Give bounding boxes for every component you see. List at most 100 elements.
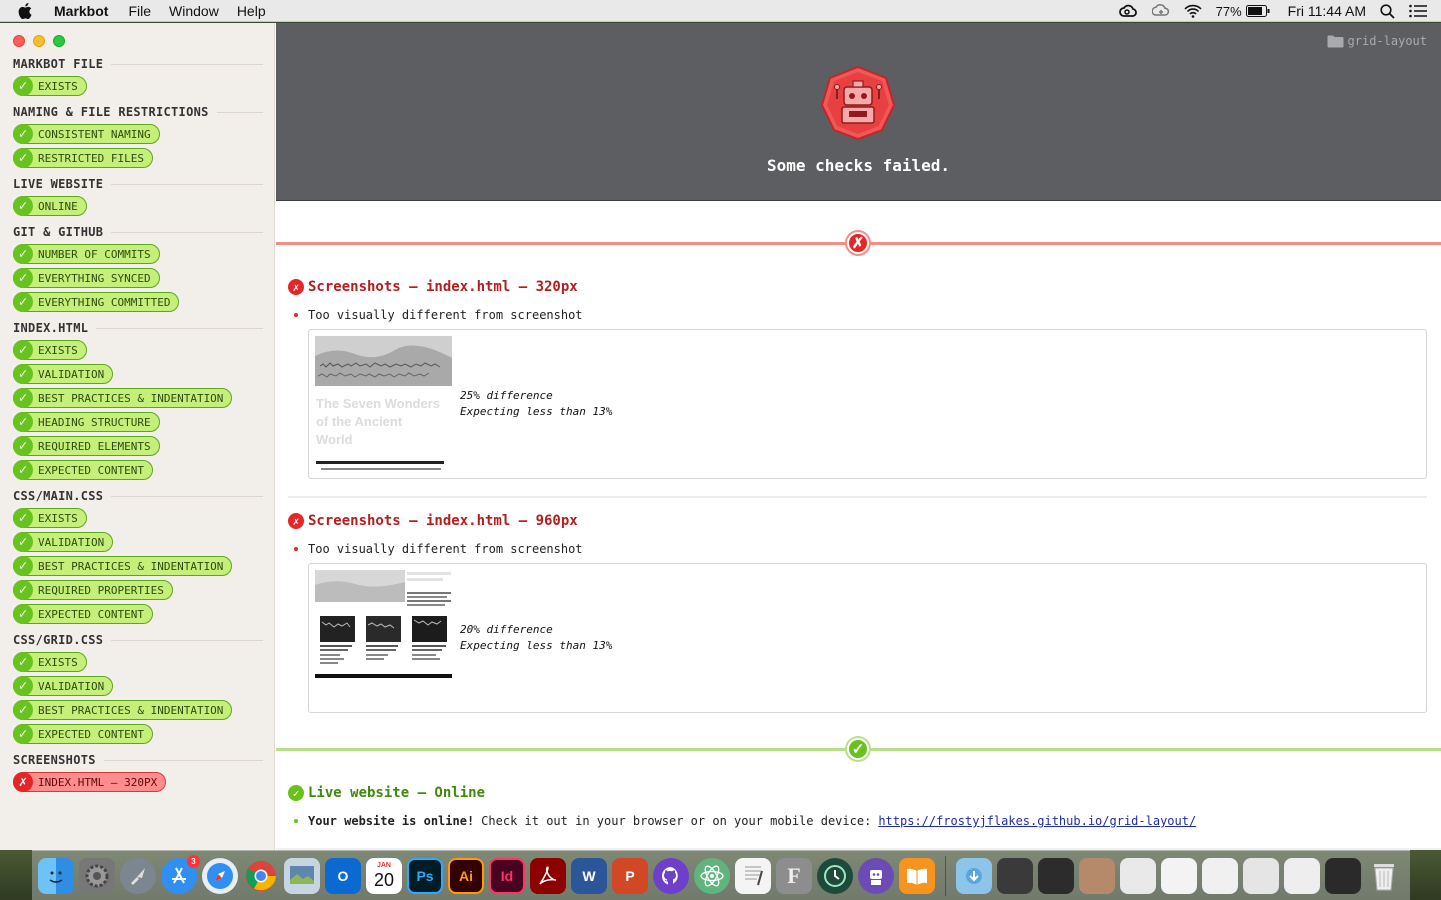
github-desktop-icon[interactable] — [653, 857, 689, 894]
check-passed-pill[interactable]: ✓ REQUIRED PROPERTIES — [13, 580, 173, 600]
menu-window[interactable]: Window — [169, 3, 219, 19]
spotlight-search-icon[interactable] — [1380, 3, 1395, 19]
group-title: LIVE WEBSITE — [13, 176, 263, 192]
minimized-photo-thumbnail[interactable] — [1079, 857, 1115, 894]
minimized-window-thumbnail[interactable] — [1325, 857, 1361, 894]
menubar-clock[interactable]: Fri 11:44 AM — [1288, 3, 1366, 19]
folder-label[interactable]: grid-layout — [1327, 34, 1427, 48]
wifi-icon[interactable] — [1184, 4, 1202, 18]
check-passed-pill[interactable]: ✓ RESTRICTED FILES — [13, 148, 153, 168]
menu-help[interactable]: Help — [237, 3, 266, 19]
sync-status-icon[interactable] — [1151, 3, 1170, 19]
menu-bar: Markbot File Window Help 77% Fri 11:44 A… — [0, 0, 1441, 22]
check-passed-pill[interactable]: ✓ EVERYTHING COMMITTED — [13, 292, 180, 312]
difference-percent: 25% difference — [460, 389, 553, 402]
font-book-icon[interactable]: F — [776, 857, 812, 894]
check-passed-pill[interactable]: ✓ VALIDATION — [13, 364, 114, 384]
check-label: EXPECTED CONTENT — [38, 463, 144, 477]
status-message: Some checks failed. — [766, 156, 951, 175]
check-passed-pill[interactable]: ✓ ONLINE — [13, 196, 87, 216]
check-passed-pill[interactable]: ✓ EXISTS — [13, 508, 87, 528]
check-item: ✓ ONLINE — [13, 196, 263, 216]
check-passed-pill[interactable]: ✓ BEST PRACTICES & INDENTATION — [13, 388, 233, 408]
illustrator-icon[interactable]: Ai — [448, 857, 484, 894]
check-passed-pill[interactable]: ✓ VALIDATION — [13, 676, 114, 696]
pass-check-icon: ✓ — [13, 412, 33, 432]
check-passed-pill[interactable]: ✓ CONSISTENT NAMING — [13, 124, 160, 144]
outlook-icon[interactable]: O — [325, 857, 361, 894]
minimized-window-thumbnail[interactable] — [1202, 857, 1238, 894]
minimize-window-button[interactable] — [33, 35, 45, 47]
pass-check-icon: ✓ — [13, 148, 33, 168]
check-passed-pill[interactable]: ✓ BEST PRACTICES & INDENTATION — [13, 700, 233, 720]
finder-icon[interactable] — [38, 857, 74, 894]
screenshot-thumbnail-320[interactable]: The Seven Wonders of the Ancient World — [315, 336, 452, 472]
markbot-dock-icon[interactable] — [858, 857, 894, 894]
check-passed-pill[interactable]: ✓ EXPECTED CONTENT — [13, 460, 153, 480]
minimized-window-thumbnail[interactable] — [1243, 857, 1279, 894]
system-preferences-icon[interactable] — [79, 857, 115, 894]
check-passed-pill[interactable]: ✓ REQUIRED ELEMENTS — [13, 436, 160, 456]
svg-text:The Seven Wonders: The Seven Wonders — [316, 396, 440, 411]
acrobat-icon[interactable] — [530, 857, 566, 894]
failed-divider: ✗ — [276, 231, 1441, 255]
check-passed-pill[interactable]: ✓ EXPECTED CONTENT — [13, 604, 153, 624]
powerpoint-icon[interactable]: P — [612, 857, 648, 894]
check-passed-pill[interactable]: ✓ EXISTS — [13, 76, 87, 96]
check-passed-pill[interactable]: ✓ EXPECTED CONTENT — [13, 724, 153, 744]
minimized-window-thumbnail[interactable] — [1161, 857, 1197, 894]
indesign-icon[interactable]: Id — [489, 857, 525, 894]
difference-info: 25% difference Expecting less than 13% — [460, 388, 612, 420]
pass-check-icon: ✓ — [13, 460, 33, 480]
creative-cloud-icon[interactable] — [1118, 4, 1138, 18]
downloads-folder-icon[interactable] — [956, 857, 992, 894]
check-label: REQUIRED PROPERTIES — [38, 583, 164, 597]
check-passed-pill[interactable]: ✓ EXISTS — [13, 340, 87, 360]
check-passed-pill[interactable]: ✓ EVERYTHING SYNCED — [13, 268, 160, 288]
menu-file[interactable]: File — [128, 3, 151, 19]
calendar-icon[interactable]: JAN 20 — [366, 857, 402, 894]
check-label: EXPECTED CONTENT — [38, 727, 144, 741]
success-message: Your website is online! Check it out in … — [288, 814, 1428, 828]
preview-icon[interactable] — [284, 857, 320, 894]
time-machine-icon[interactable] — [817, 857, 853, 894]
app-store-icon[interactable]: 3 — [161, 854, 200, 894]
launchpad-icon[interactable] — [120, 857, 156, 894]
minimized-window-thumbnail[interactable] — [1038, 857, 1074, 894]
check-passed-pill[interactable]: ✓ BEST PRACTICES & INDENTATION — [13, 556, 233, 576]
check-passed-pill[interactable]: ✓ NUMBER OF COMMITS — [13, 244, 160, 264]
battery-icon[interactable] — [1245, 5, 1270, 17]
safari-icon[interactable] — [202, 857, 238, 894]
minimized-window-thumbnail[interactable] — [997, 857, 1033, 894]
minimized-window-thumbnail[interactable] — [1120, 857, 1156, 894]
zoom-window-button[interactable] — [53, 35, 65, 47]
close-window-button[interactable] — [13, 35, 25, 47]
menu-app-name[interactable]: Markbot — [54, 3, 108, 19]
window-controls — [13, 35, 65, 47]
minimized-window-thumbnail[interactable] — [1284, 857, 1320, 894]
chrome-icon[interactable] — [243, 858, 279, 894]
screenshot-thumbnail-960[interactable] — [315, 570, 452, 680]
word-icon[interactable]: W — [571, 857, 607, 894]
difference-info: 20% difference Expecting less than 13% — [460, 622, 612, 654]
check-label: VALIDATION — [38, 367, 105, 381]
check-item: ✓ BEST PRACTICES & INDENTATION — [13, 556, 263, 576]
section-title: ✗ Screenshots — index.html — 960px — [288, 512, 1428, 530]
textedit-icon[interactable] — [735, 857, 771, 894]
pass-check-icon: ✓ — [288, 785, 304, 801]
photoshop-icon[interactable]: Ps — [407, 857, 443, 894]
check-passed-pill[interactable]: ✓ HEADING STRUCTURE — [13, 412, 160, 432]
pass-check-icon: ✓ — [13, 508, 33, 528]
check-item: ✓ NUMBER OF COMMITS — [13, 244, 263, 264]
apple-menu-icon[interactable] — [18, 2, 36, 19]
check-failed-pill[interactable]: ✗ INDEX.HTML — 320PX — [13, 772, 167, 792]
live-website-link[interactable]: https://frostyjflakes.github.io/grid-lay… — [878, 814, 1196, 828]
battery-percent[interactable]: 77% — [1216, 4, 1242, 19]
atom-icon[interactable] — [694, 857, 730, 894]
ibooks-icon[interactable] — [899, 857, 935, 894]
notification-center-icon[interactable] — [1409, 4, 1427, 18]
group-title: CSS/MAIN.CSS — [13, 488, 263, 504]
trash-icon[interactable] — [1366, 858, 1402, 894]
check-passed-pill[interactable]: ✓ VALIDATION — [13, 532, 114, 552]
check-passed-pill[interactable]: ✓ EXISTS — [13, 652, 87, 672]
